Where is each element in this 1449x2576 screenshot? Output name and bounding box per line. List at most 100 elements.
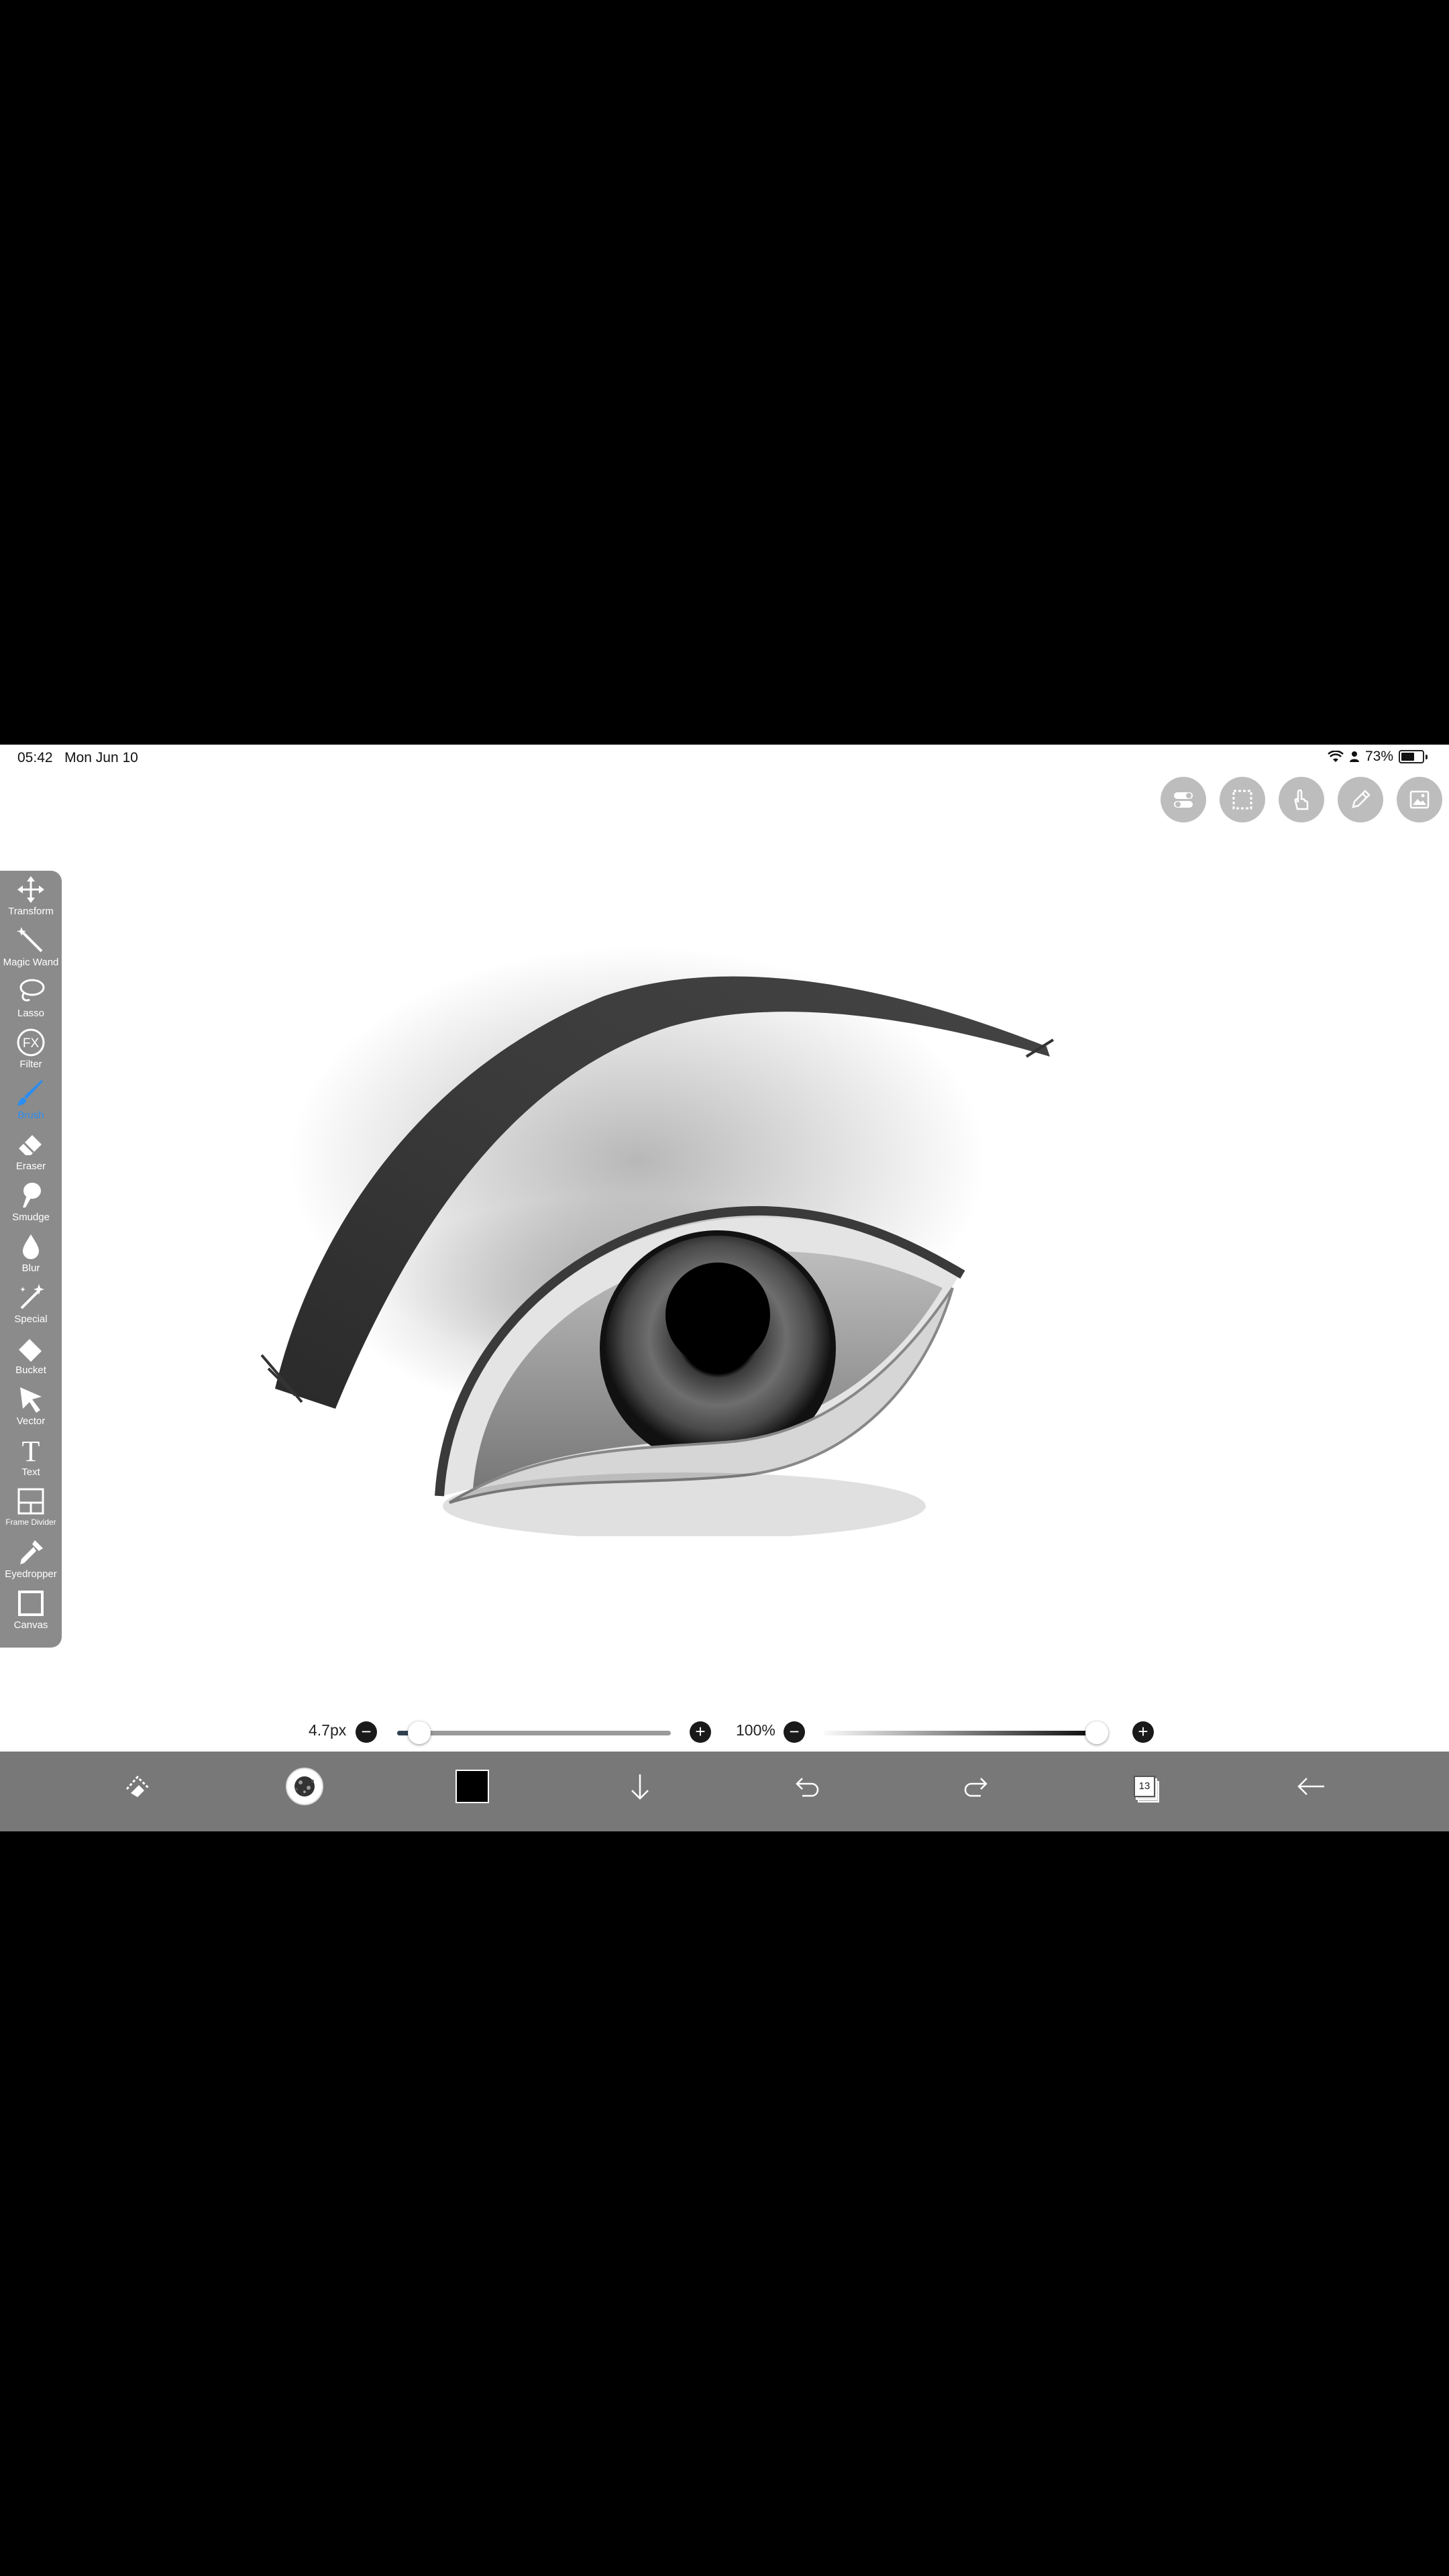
image-icon (1409, 790, 1430, 809)
download-icon (631, 1774, 649, 1800)
tool-frame-divider[interactable]: Frame Divider (0, 1483, 62, 1534)
color-button[interactable] (452, 1766, 492, 1807)
battery-icon (1399, 750, 1424, 763)
text-icon: T (22, 1436, 40, 1465)
tool-label-vector: Vector (16, 1415, 46, 1427)
download-button[interactable] (620, 1766, 660, 1807)
tool-label-magic-wand: Magic Wand (3, 957, 59, 968)
smudge-icon (23, 1183, 41, 1208)
tool-brush[interactable]: Brush (0, 1075, 62, 1126)
tool-vector[interactable]: Vector (0, 1381, 62, 1432)
toggle-icon (1174, 792, 1193, 808)
brush-settings-button[interactable] (284, 1766, 325, 1807)
tool-label-brush: Brush (17, 1110, 44, 1121)
brush-size-thumb[interactable] (408, 1721, 431, 1744)
size-increase-button[interactable]: + (690, 1721, 711, 1743)
toggle-button[interactable] (1161, 777, 1206, 822)
layers-count: 13 (1134, 1776, 1155, 1797)
pencil-icon (1352, 790, 1371, 808)
reference-image-button[interactable] (1397, 777, 1442, 822)
canvas-icon (18, 1591, 44, 1616)
tool-label-special: Special (14, 1313, 48, 1325)
top-tools (1161, 777, 1442, 822)
eraser-icon (19, 1135, 42, 1155)
app-screen: 05:42 Mon Jun 10 73% Transform Magic Wan… (0, 745, 1449, 1831)
status-bar: 05:42 Mon Jun 10 73% (0, 745, 1449, 771)
tool-canvas[interactable]: Canvas (0, 1585, 62, 1635)
opacity-decrease-button[interactable]: − (784, 1721, 805, 1743)
quick-access-icon (125, 1775, 150, 1797)
fx-icon-text: FX (23, 1036, 40, 1051)
status-time: 05:42 (17, 750, 53, 765)
brush-size-slider[interactable] (397, 1721, 671, 1744)
brush-opacity-slider[interactable] (824, 1721, 1108, 1744)
lasso-icon (19, 979, 45, 1002)
tool-lasso[interactable]: Lasso (0, 973, 62, 1024)
magic-wand-icon (17, 927, 43, 953)
size-decrease-button[interactable]: − (356, 1721, 377, 1743)
undo-button[interactable] (788, 1766, 828, 1807)
selection-icon (1232, 790, 1252, 810)
tool-label-filter: Filter (19, 1059, 42, 1070)
quick-access-button[interactable] (117, 1766, 158, 1807)
brush-size-value: 4.7px (309, 1721, 347, 1739)
brush-preview-icon (286, 1768, 323, 1805)
text-icon-glyph: T (22, 1436, 40, 1465)
redo-button[interactable] (955, 1766, 996, 1807)
tool-label-blur: Blur (21, 1263, 40, 1274)
status-indicators: 73% (1328, 749, 1428, 765)
back-button[interactable] (1291, 1766, 1331, 1807)
tool-label-frame-divider: Frame Divider (5, 1517, 56, 1527)
tool-label-eraser: Eraser (15, 1161, 46, 1172)
redo-icon (964, 1778, 987, 1797)
status-time-date: 05:42 Mon Jun 10 (17, 750, 138, 766)
opacity-increase-button[interactable]: + (1132, 1721, 1154, 1743)
arrow-cursor-icon (20, 1387, 42, 1413)
undo-icon (796, 1778, 819, 1797)
tool-label-canvas: Canvas (13, 1619, 48, 1631)
battery-tip (1426, 754, 1428, 759)
status-date: Mon Jun 10 (64, 750, 138, 765)
tool-label-bucket: Bucket (15, 1364, 46, 1376)
tool-transform[interactable]: Transform (0, 871, 62, 922)
tool-bucket[interactable]: Bucket (0, 1330, 62, 1381)
special-brush-icon (20, 1284, 44, 1309)
tool-text[interactable]: T Text (0, 1432, 62, 1483)
layers-button[interactable]: 13 (1123, 1766, 1163, 1807)
person-icon (1349, 751, 1359, 762)
color-swatch (455, 1770, 489, 1803)
selection-button[interactable] (1220, 777, 1265, 822)
pencil-button[interactable] (1338, 777, 1383, 822)
tool-magic-wand[interactable]: Magic Wand (0, 922, 62, 973)
hand-icon (1294, 789, 1309, 810)
tool-eyedropper[interactable]: Eyedropper (0, 1534, 62, 1585)
brush-opacity-value: 100% (736, 1721, 775, 1739)
tool-label-smudge: Smudge (12, 1212, 50, 1223)
eyedropper-icon (20, 1540, 43, 1564)
move-arrows-icon (17, 876, 44, 903)
tool-eraser[interactable]: Eraser (0, 1126, 62, 1177)
brush-controls: 4.7px − + 100% − + (0, 1711, 1449, 1751)
tool-smudge[interactable]: Smudge (0, 1177, 62, 1228)
tool-blur[interactable]: Blur (0, 1228, 62, 1279)
bottom-toolbar: 13 (0, 1752, 1449, 1831)
tool-label-text: Text (21, 1466, 40, 1478)
drop-icon (23, 1234, 39, 1259)
tool-label-transform: Transform (8, 906, 54, 917)
frame-divider-icon (17, 1488, 44, 1515)
brush-icon (17, 1080, 43, 1106)
tool-special[interactable]: Special (0, 1279, 62, 1330)
tool-label-eyedropper: Eyedropper (5, 1568, 57, 1580)
back-icon (1297, 1778, 1324, 1795)
layers-icon: 13 (1127, 1770, 1159, 1803)
fx-icon: FX (17, 1028, 45, 1057)
canvas-artwork-eye[interactable] (255, 845, 1134, 1536)
wifi-icon (1328, 751, 1344, 762)
tool-label-lasso: Lasso (17, 1008, 45, 1019)
tool-filter[interactable]: FX Filter (0, 1024, 62, 1075)
bucket-icon (19, 1339, 42, 1362)
battery-percent: 73% (1364, 749, 1393, 764)
hand-button[interactable] (1279, 777, 1324, 822)
brush-opacity-thumb[interactable] (1085, 1721, 1108, 1744)
tool-palette: Transform Magic Wand Lasso FX Filter Bru… (0, 871, 62, 1648)
